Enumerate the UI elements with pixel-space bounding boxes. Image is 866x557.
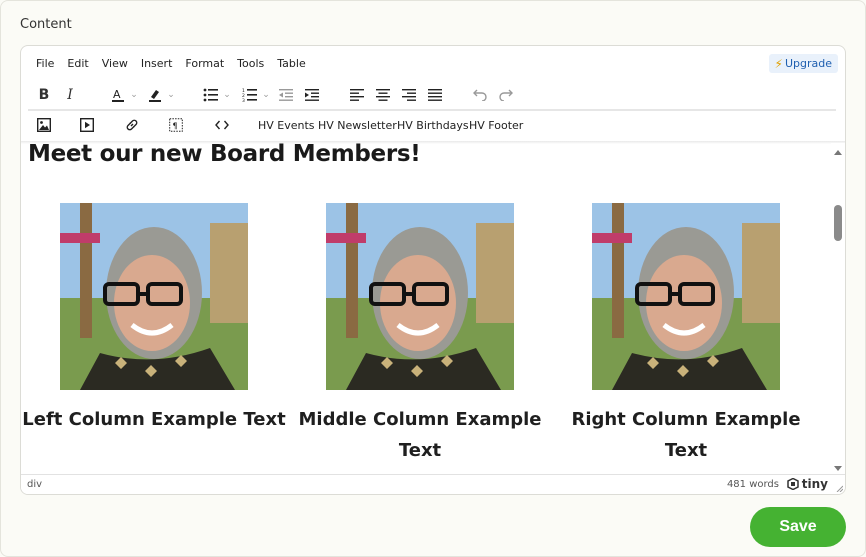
- show-blocks-button[interactable]: ¶: [167, 113, 185, 137]
- play-icon: [80, 118, 94, 132]
- content-panel: Content File Edit View Insert Format Too…: [0, 0, 866, 557]
- menu-table[interactable]: Table: [277, 57, 305, 70]
- hv-footer-button[interactable]: HV Footer: [469, 113, 523, 137]
- align-justify-icon: [428, 89, 442, 101]
- numbered-list-icon: 123: [242, 88, 258, 102]
- hv-events-button[interactable]: HV Events: [258, 113, 315, 137]
- chevron-down-icon: ⌄: [130, 90, 138, 100]
- upgrade-button[interactable]: ⚡ Upgrade: [768, 54, 838, 73]
- right-column: Right Column Example Text: [553, 203, 819, 466]
- code-icon: [215, 120, 229, 130]
- align-center-button[interactable]: [374, 83, 392, 107]
- menu-edit[interactable]: Edit: [67, 57, 88, 70]
- menubar: File Edit View Insert Format Tools Table: [21, 46, 845, 80]
- tiny-brand-text: tiny: [801, 477, 828, 491]
- content-heading: Meet our new Board Members!: [28, 143, 421, 167]
- bullet-list-button[interactable]: ⌄: [200, 83, 234, 107]
- align-left-icon: [350, 89, 364, 101]
- align-right-icon: [402, 89, 416, 101]
- source-code-button[interactable]: [213, 113, 231, 137]
- outdent-button[interactable]: [277, 83, 295, 107]
- redo-icon: [499, 89, 513, 101]
- highlight-color-button[interactable]: ⌄: [144, 83, 178, 107]
- align-justify-button[interactable]: [426, 83, 444, 107]
- text-color-button[interactable]: A ⌄: [107, 83, 141, 107]
- menu-format[interactable]: Format: [185, 57, 224, 70]
- text-color-icon: A: [112, 88, 125, 102]
- menu-file[interactable]: File: [36, 57, 54, 70]
- redo-button[interactable]: [497, 83, 515, 107]
- image-icon: [37, 118, 51, 132]
- tiny-logo[interactable]: tiny: [787, 477, 828, 491]
- align-right-button[interactable]: [400, 83, 418, 107]
- insert-image-button[interactable]: [35, 113, 53, 137]
- formatting-toolbar: B I A ⌄ ⌄ ⌄ 123 ⌄: [21, 80, 845, 110]
- editor-content[interactable]: Meet our new Board Members! Left Column …: [21, 143, 833, 476]
- align-center-icon: [376, 89, 390, 101]
- column-caption: Right Column Example Text: [571, 409, 801, 461]
- insert-media-button[interactable]: [78, 113, 96, 137]
- section-label: Content: [20, 17, 72, 32]
- outdent-icon: [279, 89, 293, 101]
- chevron-down-icon: ⌄: [262, 90, 270, 100]
- upgrade-label: Upgrade: [784, 57, 832, 70]
- indent-icon: [305, 89, 319, 101]
- scroll-up-arrow[interactable]: [834, 150, 842, 155]
- menu-tools[interactable]: Tools: [237, 57, 264, 70]
- svg-text:A: A: [113, 88, 121, 101]
- hv-birthdays-button[interactable]: HV Birthdays: [397, 113, 469, 137]
- menu-insert[interactable]: Insert: [141, 57, 173, 70]
- insert-toolbar: ¶ HV Events HV Newsletter HV Birthdays H…: [21, 110, 845, 140]
- insert-link-button[interactable]: [123, 113, 141, 137]
- hv-newsletter-button[interactable]: HV Newsletter: [318, 113, 397, 137]
- undo-button[interactable]: [471, 83, 489, 107]
- board-member-photo[interactable]: [592, 203, 780, 390]
- rich-text-editor: File Edit View Insert Format Tools Table…: [20, 45, 846, 495]
- scroll-down-arrow[interactable]: [834, 466, 842, 471]
- highlighter-icon: [149, 90, 162, 102]
- status-bar: div 481 words tiny: [21, 474, 845, 494]
- chevron-down-icon: ⌄: [167, 90, 175, 100]
- paragraph-icon: ¶: [169, 118, 183, 132]
- column-caption: Left Column Example Text: [22, 409, 286, 430]
- middle-column: Middle Column Example Text: [287, 203, 553, 466]
- italic-button[interactable]: I: [62, 83, 78, 107]
- scroll-thumb[interactable]: [834, 205, 842, 241]
- chevron-down-icon: ⌄: [223, 90, 231, 100]
- svg-text:¶: ¶: [173, 122, 178, 131]
- board-member-photo[interactable]: [326, 203, 514, 390]
- link-icon: [126, 119, 138, 131]
- content-scrollbar[interactable]: [831, 143, 845, 476]
- save-button[interactable]: Save: [750, 507, 846, 547]
- bold-button[interactable]: B: [36, 83, 52, 107]
- resize-handle-icon[interactable]: [835, 484, 843, 492]
- indent-button[interactable]: [303, 83, 321, 107]
- word-count[interactable]: 481 words: [727, 479, 779, 490]
- bolt-icon: ⚡: [774, 56, 783, 71]
- svg-text:3: 3: [242, 98, 245, 102]
- align-left-button[interactable]: [348, 83, 366, 107]
- bold-icon: B: [38, 87, 50, 103]
- undo-icon: [473, 89, 487, 101]
- numbered-list-button[interactable]: 123 ⌄: [239, 83, 273, 107]
- board-member-photo[interactable]: [60, 203, 248, 390]
- left-column: Left Column Example Text: [21, 203, 287, 435]
- tiny-logo-icon: [787, 478, 799, 490]
- italic-icon: I: [67, 87, 73, 103]
- column-caption: Middle Column Example Text: [298, 409, 542, 461]
- element-path[interactable]: div: [27, 479, 42, 490]
- bullet-list-icon: [203, 88, 219, 102]
- menu-view[interactable]: View: [102, 57, 128, 70]
